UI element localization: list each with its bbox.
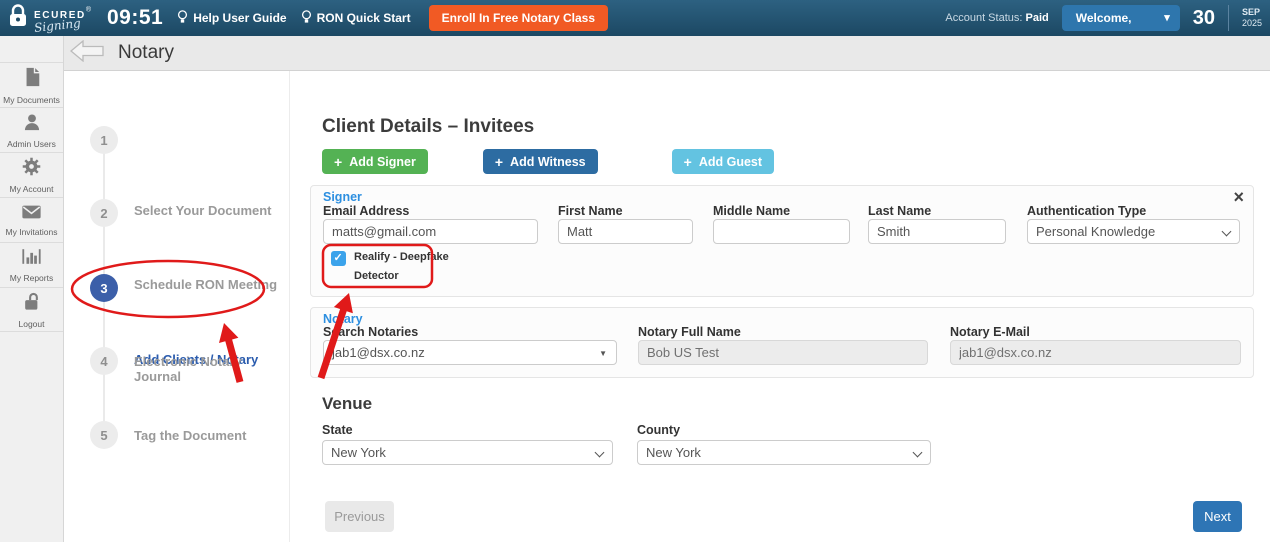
realify-deepfake-checkbox[interactable] [331,251,346,266]
county-label: County [637,423,680,437]
step-5-circle: 5 [90,421,118,449]
padlock-logo-icon [6,3,30,34]
signer-section-label: Signer [323,190,362,204]
plus-icon: + [684,154,692,170]
date-month: SEP [1242,7,1262,18]
account-status-value: Paid [1025,12,1048,24]
signer-panel: Signer × Email Address First Name Middle… [310,185,1254,297]
step-1-circle: 1 [90,126,118,154]
registered-mark: ® [86,6,91,13]
notary-full-name-label: Notary Full Name [638,325,741,339]
padlock-icon [22,291,41,317]
sidebar-item-my-documents[interactable]: My Documents [0,62,63,107]
sidebar-item-my-invitations[interactable]: My Invitations [0,197,63,242]
sidebar-nav: My Documents Admin Users [0,36,64,542]
state-label: State [322,423,353,437]
page-header: Notary [0,36,1270,71]
authentication-type-select[interactable]: Personal Knowledge [1027,219,1240,244]
county-select[interactable]: New York [637,440,931,465]
help-user-guide-link[interactable]: Help User Guide [177,10,286,27]
realify-deepfake-label: Realify - Deepfake Detector [354,248,449,285]
notary-panel: Notary Search Notaries Notary Full Name … [310,307,1254,378]
gear-icon [21,156,42,182]
date-day: 30 [1193,7,1215,30]
step-2-label[interactable]: Schedule RON Meeting [134,277,284,292]
add-guest-button[interactable]: + Add Guest [672,149,774,174]
chevron-down-icon [913,448,923,458]
last-name-field[interactable] [868,219,1006,244]
account-status: Account Status: Paid [945,12,1048,24]
step-4-label[interactable]: Electronic Notary Journal [134,354,284,384]
plus-icon: + [334,154,342,170]
close-icon[interactable]: × [1233,187,1244,209]
notary-email-field [950,340,1241,365]
middle-name-label: Middle Name [713,204,790,218]
page-title: Notary [118,42,174,64]
notary-app-window: ECURED® Signing 09:51 Help User Guide RO… [0,0,1270,542]
step-2-circle: 2 [90,199,118,227]
ron-quick-start-link[interactable]: RON Quick Start [301,10,411,27]
top-bar: ECURED® Signing 09:51 Help User Guide RO… [0,0,1270,36]
lightbulb-icon [301,10,312,27]
venue-heading: Venue [322,394,372,414]
add-witness-button[interactable]: + Add Witness [483,149,598,174]
document-icon [22,66,42,93]
next-button[interactable]: Next [1193,501,1242,532]
step-4-circle: 4 [90,347,118,375]
email-address-field[interactable] [323,219,538,244]
notary-email-label: Notary E-Mail [950,325,1030,339]
plus-icon: + [495,154,503,170]
middle-name-field[interactable] [713,219,850,244]
last-name-label: Last Name [868,204,931,218]
sidebar-item-my-reports[interactable]: My Reports [0,242,63,287]
enroll-free-notary-class-button[interactable]: Enroll In Free Notary Class [429,5,608,31]
authentication-type-label: Authentication Type [1027,204,1146,218]
search-notaries-label: Search Notaries [323,325,418,339]
chevron-down-icon [595,448,605,458]
notary-full-name-field [638,340,928,365]
previous-button[interactable]: Previous [325,501,394,532]
user-icon [22,112,42,137]
sidebar-item-my-account[interactable]: My Account [0,152,63,197]
email-address-label: Email Address [323,204,409,218]
search-notaries-dropdown[interactable]: jab1@dsx.co.nz ▼ [323,340,617,365]
envelope-icon [21,204,42,225]
state-select[interactable]: New York [322,440,613,465]
date-divider [1228,5,1229,31]
step-5-label[interactable]: Tag the Document [134,428,284,443]
main-content: Client Details – Invitees + Add Signer +… [290,71,1270,542]
client-details-heading: Client Details – Invitees [322,116,534,138]
add-signer-button[interactable]: + Add Signer [322,149,428,174]
date-year: 2025 [1242,18,1262,29]
step-3-circle: 3 [90,274,118,302]
welcome-user-dropdown[interactable]: Welcome, [1062,5,1180,31]
sidebar-item-logout[interactable]: Logout [0,287,63,332]
first-name-field[interactable] [558,219,693,244]
lightbulb-icon [177,10,188,27]
sidebar-item-admin-users[interactable]: Admin Users [0,107,63,152]
securedsigning-logo[interactable]: ECURED® Signing [6,3,91,34]
clock-time: 09:51 [107,6,163,30]
first-name-label: First Name [558,204,623,218]
bar-chart-icon [21,247,42,271]
caret-down-icon: ▼ [599,349,607,358]
step-1-label[interactable]: Select Your Document [134,203,284,218]
notary-section-label: Notary [323,312,363,326]
wizard-steps-panel: 1 Select Your Document 2 Schedule RON Me… [64,71,290,542]
back-arrow-icon[interactable] [70,40,104,67]
chevron-down-icon [1222,227,1232,237]
